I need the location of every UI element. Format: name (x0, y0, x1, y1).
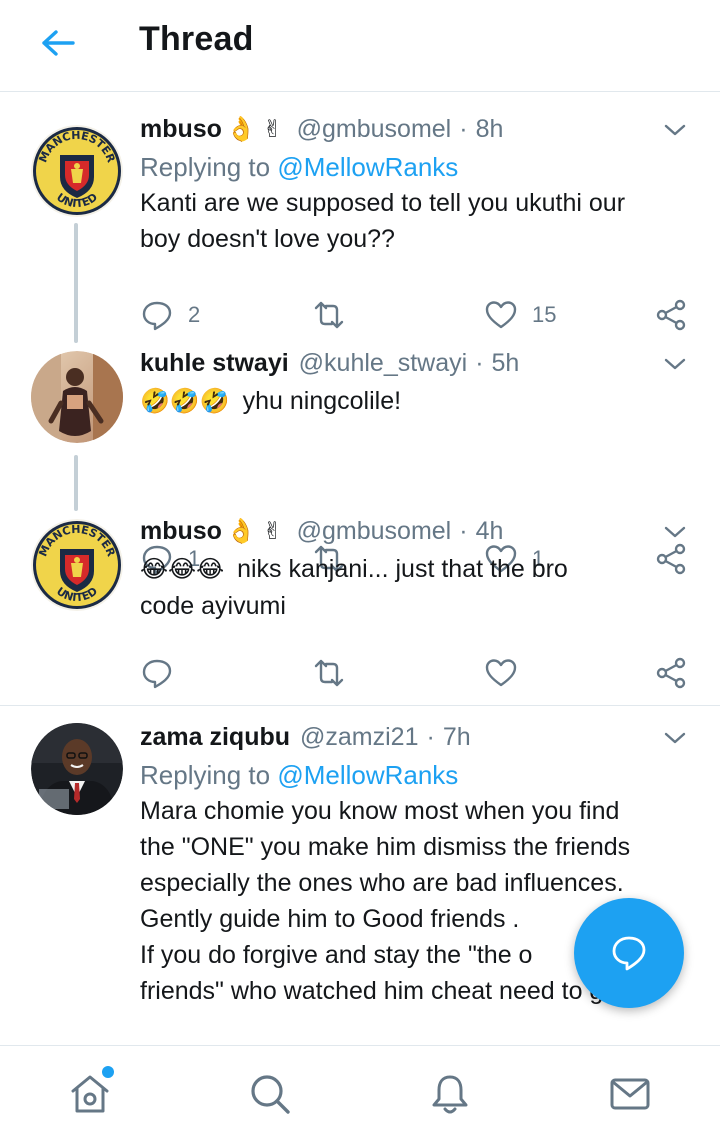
reply-icon (142, 301, 172, 331)
reply-button[interactable] (140, 653, 174, 693)
divider (0, 705, 720, 706)
tweet-text-line: especially the ones who are bad influenc… (140, 869, 624, 897)
avatar[interactable] (31, 351, 123, 443)
tweet-text-line: boy doesn't love you?? (140, 225, 395, 253)
unread-dot (102, 1066, 114, 1078)
nav-search[interactable] (244, 1068, 296, 1120)
reply-icon (142, 659, 172, 689)
avatar[interactable] (31, 723, 123, 815)
messages-icon (610, 1078, 650, 1110)
separator-dot: · (459, 516, 468, 545)
author-handle[interactable]: @zamzi21 (300, 723, 418, 752)
nav-notifications[interactable] (424, 1068, 476, 1120)
user-photo-icon (31, 351, 123, 443)
back-button[interactable] (30, 20, 86, 66)
reply-button[interactable]: 2 (140, 295, 200, 335)
tweet-text-line: Mara chomie you know most when you find (140, 797, 620, 825)
chevron-down-icon[interactable] (660, 349, 690, 379)
author-name[interactable]: kuhle stwayi (140, 349, 289, 378)
share-icon (656, 657, 686, 689)
avatar[interactable]: MANCHESTER UNITED (31, 519, 123, 611)
author-handle[interactable]: @gmbusomel (297, 517, 452, 546)
timestamp: 7h (442, 722, 471, 751)
page-title: Thread (139, 20, 254, 58)
tweet-emoji: 😂😂😂 (140, 556, 225, 583)
notifications-icon (432, 1075, 468, 1114)
manchester-united-crest-icon: MANCHESTER UNITED (31, 125, 123, 217)
replying-to: Replying to @MellowRanks (140, 757, 690, 793)
like-count: 15 (532, 302, 557, 327)
share-button[interactable] (654, 653, 688, 693)
name-emoji: 👌 ✌ (225, 517, 283, 545)
tweet-text-line: Kanti are we supposed to tell you ukuthi… (140, 189, 626, 217)
replying-to: Replying to @MellowRanks (140, 149, 690, 185)
top-bar: Thread (0, 0, 720, 92)
name-emoji: 👌 ✌ (225, 115, 283, 143)
tweet-actions (140, 653, 690, 693)
nav-messages[interactable] (604, 1068, 656, 1120)
compose-reply-icon (612, 936, 646, 971)
avatar[interactable]: MANCHESTER UNITED (31, 125, 123, 217)
replying-prefix: Replying to (140, 152, 271, 182)
tweet-text: 🤣🤣🤣 yhu ningcolile! (140, 383, 690, 420)
manchester-united-crest-icon: MANCHESTER UNITED (31, 519, 123, 611)
thread-line (74, 455, 78, 511)
replying-prefix: Replying to (140, 760, 271, 790)
timestamp: 8h (475, 114, 504, 143)
tweet-text-line: yhu ningcolile! (242, 387, 402, 415)
heart-icon (485, 659, 517, 687)
retweet-button[interactable] (310, 295, 348, 335)
chevron-down-icon[interactable] (660, 517, 690, 547)
timestamp: 4h (475, 516, 504, 545)
retweet-icon (314, 659, 344, 687)
tweet-text-line: code ayivumi (140, 592, 286, 620)
tweet-text: Kanti are we supposed to tell you ukuthi… (140, 185, 690, 257)
author-name[interactable]: zama ziqubu (140, 723, 290, 752)
mention-link[interactable]: @MellowRanks (277, 152, 458, 182)
author-handle[interactable]: @kuhle_stwayi (299, 349, 468, 378)
tweet-emoji: 🤣🤣🤣 (140, 388, 230, 415)
author-name[interactable]: mbuso (140, 517, 222, 546)
share-button[interactable] (654, 295, 688, 335)
heart-icon (485, 301, 517, 329)
bottom-nav (0, 1045, 720, 1139)
thread-line (74, 223, 78, 343)
separator-dot: · (426, 722, 435, 751)
tweet-text-line: niks kanjani... just that the bro (237, 555, 568, 583)
like-button[interactable]: 15 (484, 295, 556, 335)
tweet-text: 😂😂😂 niks kanjani... just that the bro co… (140, 551, 690, 624)
arrow-left-icon (42, 30, 75, 56)
author-handle[interactable]: @gmbusomel (297, 115, 452, 144)
user-photo-icon (31, 723, 123, 815)
author-name[interactable]: mbuso (140, 115, 222, 144)
reply-count: 2 (188, 302, 201, 327)
retweet-button[interactable] (310, 653, 348, 693)
share-icon (656, 299, 686, 331)
search-icon (251, 1075, 290, 1114)
retweet-icon (314, 301, 344, 329)
chevron-down-icon[interactable] (660, 115, 690, 145)
separator-dot: · (475, 348, 484, 377)
tweet-text-line: the "ONE" you make him dismiss the frien… (140, 833, 631, 861)
tweet-actions: 2 15 (140, 295, 690, 335)
separator-dot: · (459, 114, 468, 143)
timestamp: 5h (491, 348, 520, 377)
mention-link[interactable]: @MellowRanks (277, 760, 458, 790)
chevron-down-icon[interactable] (660, 723, 690, 753)
like-button[interactable] (484, 653, 518, 693)
compose-reply-button[interactable] (574, 898, 684, 1008)
